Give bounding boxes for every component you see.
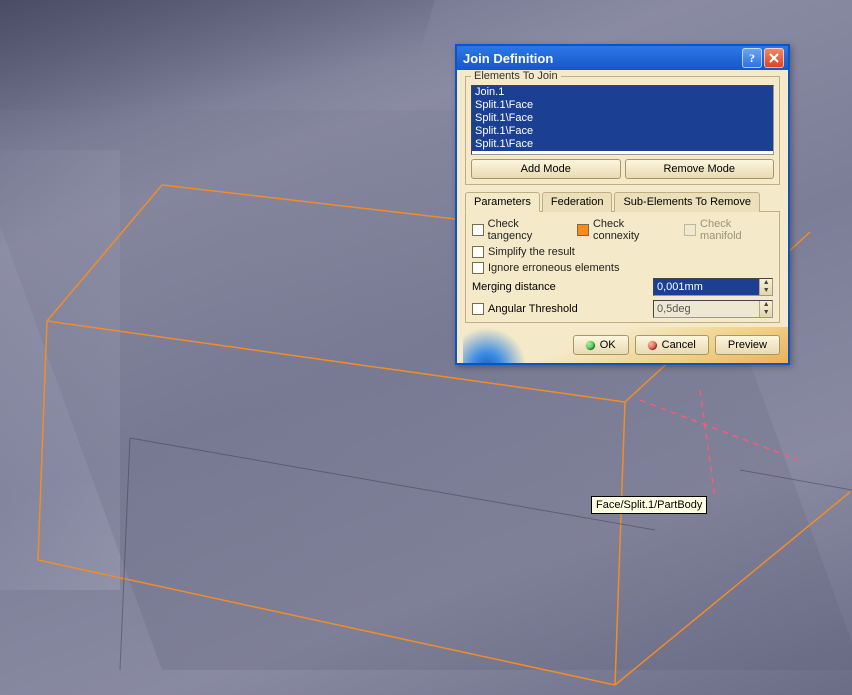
tab-strip: Parameters Federation Sub-Elements To Re…: [465, 191, 780, 212]
elements-listbox[interactable]: Join.1 Split.1\Face Split.1\Face Split.1…: [471, 85, 774, 155]
tab-federation[interactable]: Federation: [542, 192, 613, 212]
list-item[interactable]: Split.1\Face: [472, 125, 773, 138]
merging-distance-input[interactable]: [654, 279, 759, 295]
preview-button[interactable]: Preview: [715, 335, 780, 355]
join-definition-dialog: Join Definition ? Elements To Join Join.…: [455, 44, 790, 365]
ignore-erroneous-checkbox[interactable]: [472, 262, 484, 274]
simplify-result-label: Simplify the result: [488, 246, 575, 258]
tab-sub-elements[interactable]: Sub-Elements To Remove: [614, 192, 760, 212]
preview-label: Preview: [728, 339, 767, 351]
dialog-title: Join Definition: [463, 51, 740, 66]
tab-parameters[interactable]: Parameters: [465, 192, 540, 212]
check-manifold-label: Check manifold: [700, 218, 773, 242]
angular-threshold-checkbox[interactable]: [472, 303, 484, 315]
list-item[interactable]: Split.1\Face: [472, 112, 773, 125]
dialog-footer: OK Cancel Preview: [457, 327, 788, 363]
angular-threshold-spin: ▲▼: [653, 300, 773, 318]
group-legend: Elements To Join: [471, 70, 561, 82]
close-button[interactable]: [764, 48, 784, 68]
elements-to-join-group: Elements To Join Join.1 Split.1\Face Spl…: [465, 76, 780, 185]
close-icon: [769, 53, 779, 63]
ok-button[interactable]: OK: [573, 335, 629, 355]
parameters-panel: Check tangency Check connexity Check man…: [465, 212, 780, 323]
cancel-button[interactable]: Cancel: [635, 335, 709, 355]
add-mode-button[interactable]: Add Mode: [471, 159, 621, 179]
check-connexity-label: Check connexity: [593, 218, 671, 242]
check-tangency-label: Check tangency: [488, 218, 564, 242]
list-item[interactable]: Join.1: [472, 86, 773, 99]
spinner-arrows-icon: ▲▼: [759, 301, 772, 317]
ok-label: OK: [600, 339, 616, 351]
hover-tooltip: Face/Split.1/PartBody: [591, 496, 707, 514]
check-connexity-checkbox[interactable]: [577, 224, 589, 236]
dialog-titlebar[interactable]: Join Definition ?: [457, 46, 788, 70]
ok-led-icon: [586, 341, 595, 350]
angular-threshold-input: [654, 301, 759, 317]
angular-threshold-label: Angular Threshold: [488, 303, 653, 315]
merging-distance-label: Merging distance: [472, 281, 653, 293]
cancel-led-icon: [648, 341, 657, 350]
cancel-label: Cancel: [662, 339, 696, 351]
spinner-arrows-icon[interactable]: ▲▼: [759, 279, 772, 295]
help-button[interactable]: ?: [742, 48, 762, 68]
list-item[interactable]: Split.1\Face: [472, 99, 773, 112]
simplify-result-checkbox[interactable]: [472, 246, 484, 258]
tooltip-text: Face/Split.1/PartBody: [596, 499, 702, 511]
list-item[interactable]: Split.1\Face: [472, 138, 773, 151]
remove-mode-button[interactable]: Remove Mode: [625, 159, 775, 179]
check-manifold-checkbox: [684, 224, 696, 236]
check-tangency-checkbox[interactable]: [472, 224, 484, 236]
ignore-erroneous-label: Ignore erroneous elements: [488, 262, 619, 274]
merging-distance-spin[interactable]: ▲▼: [653, 278, 773, 296]
